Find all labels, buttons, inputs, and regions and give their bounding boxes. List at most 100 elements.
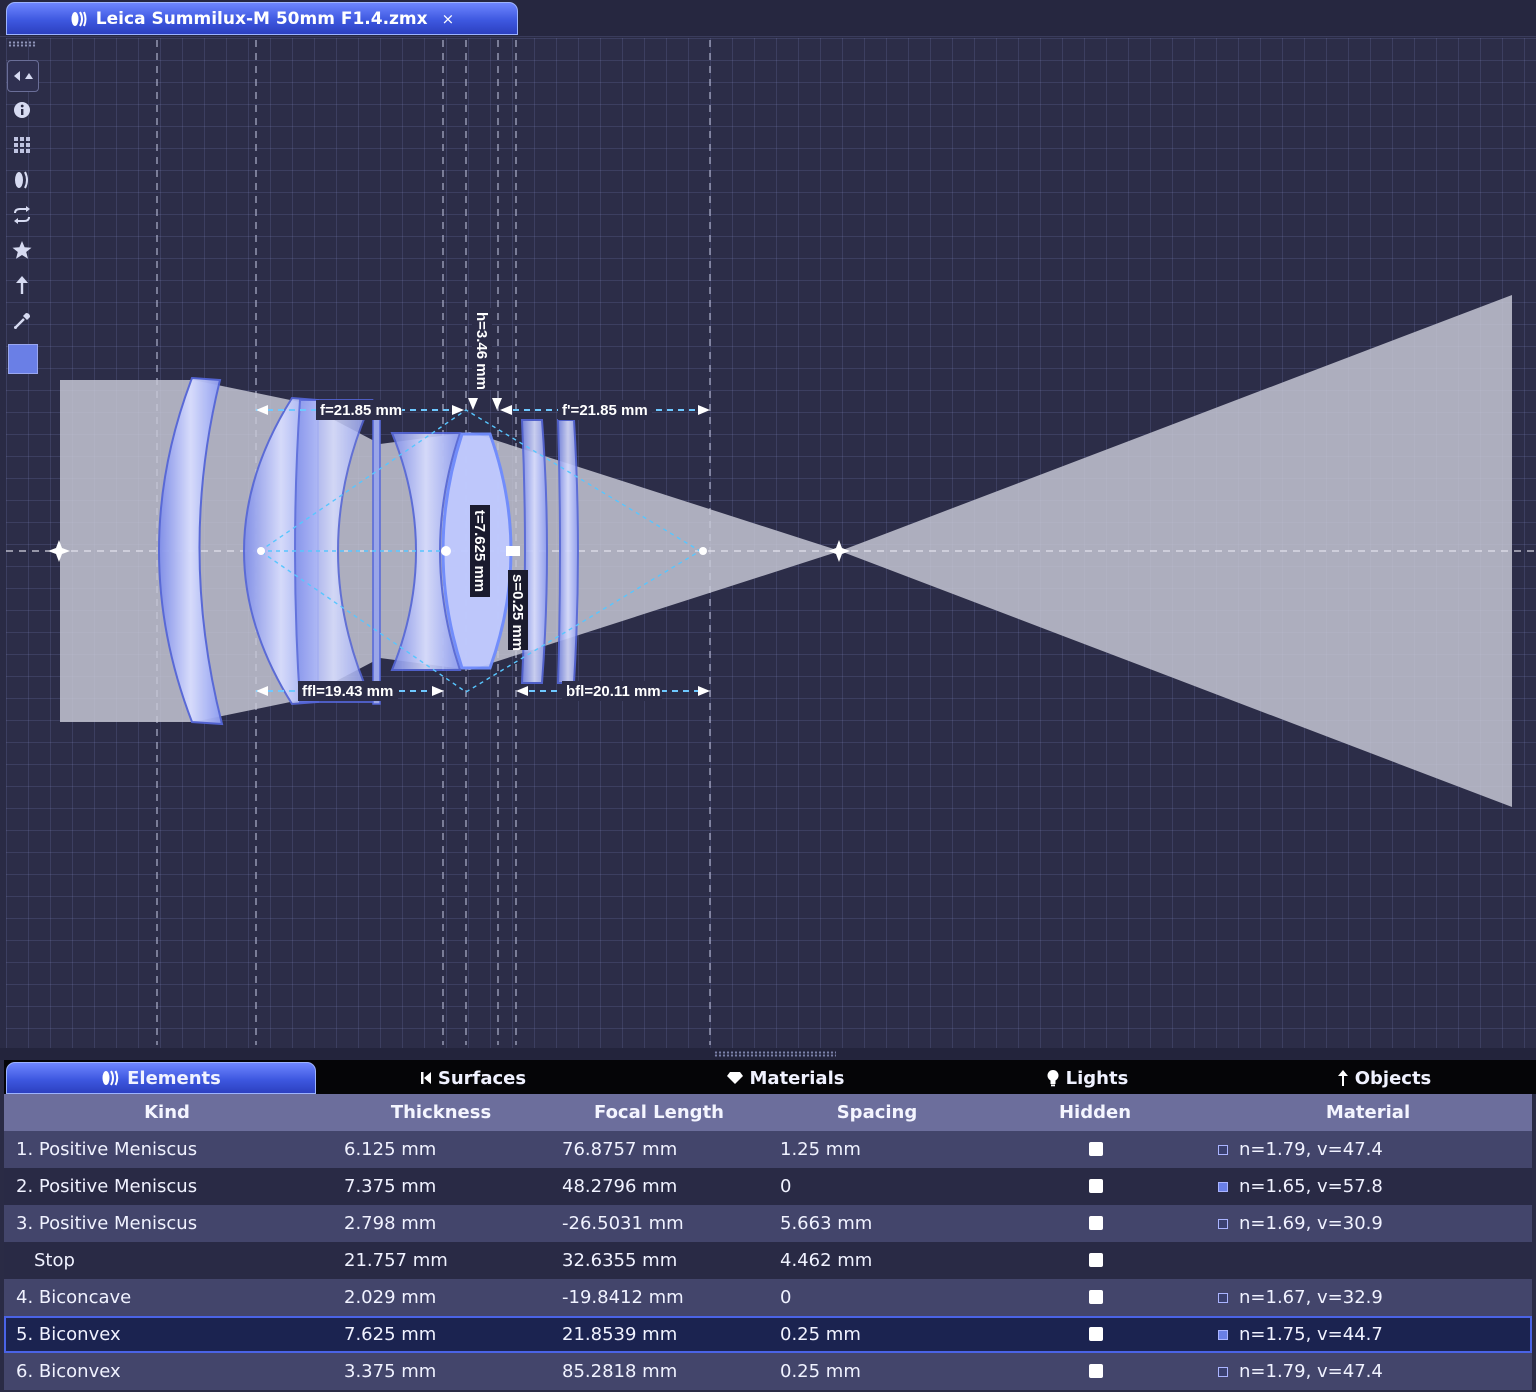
tab-elements[interactable]: Elements <box>6 1062 316 1094</box>
document-tab[interactable]: Leica Summilux-M 50mm F1.4.zmx × <box>6 2 518 35</box>
cell-material[interactable]: n=1.79, v=47.4 <box>1239 1353 1383 1390</box>
cell-material[interactable]: n=1.67, v=32.9 <box>1239 1279 1383 1316</box>
toolbar-grip[interactable] <box>8 41 36 47</box>
document-tab-title: Leica Summilux-M 50mm F1.4.zmx <box>95 8 428 29</box>
cell-kind: 6. Biconvex <box>16 1361 121 1382</box>
eyedropper-icon[interactable] <box>7 306 37 336</box>
cell-thickness[interactable]: 3.375 mm <box>344 1353 436 1390</box>
table-row[interactable]: 2. Positive Meniscus 7.375 mm 48.2796 mm… <box>4 1168 1532 1205</box>
tab-lights-label: Lights <box>1065 1067 1129 1089</box>
cell-focal-length: 76.8757 mm <box>562 1139 678 1160</box>
cell-thickness[interactable]: 2.029 mm <box>344 1279 436 1316</box>
material-swatch[interactable] <box>1218 1330 1228 1340</box>
material-swatch[interactable] <box>1218 1145 1228 1155</box>
optical-canvas[interactable]: f=21.85 mm f'=21.85 mm ffl=19.43 mm bfl=… <box>6 38 1536 1048</box>
cell-spacing[interactable]: 0 <box>780 1168 791 1205</box>
image-point-star-icon <box>828 540 850 562</box>
hidden-checkbox[interactable] <box>1089 1327 1103 1341</box>
rear-focal-length-label: f'=21.85 mm <box>562 402 648 419</box>
table-row[interactable]: 3. Positive Meniscus 2.798 mm -26.5031 m… <box>4 1205 1532 1242</box>
tab-objects-label: Objects <box>1354 1067 1432 1089</box>
surface-icon <box>420 1072 431 1084</box>
table-row[interactable]: Stop 21.757 mm 32.6355 mm 4.462 mm <box>4 1242 1532 1279</box>
close-icon[interactable]: × <box>442 10 455 28</box>
aperture-stop[interactable] <box>372 403 381 705</box>
lens-diagram: f=21.85 mm f'=21.85 mm ffl=19.43 mm bfl=… <box>6 40 1536 1045</box>
color-swatch[interactable] <box>8 344 38 374</box>
info-icon[interactable] <box>7 95 37 125</box>
cell-focal-length: 85.2818 mm <box>562 1361 678 1382</box>
material-swatch[interactable] <box>1218 1293 1228 1303</box>
column-header-thickness[interactable]: Thickness <box>332 1094 550 1131</box>
hidden-checkbox[interactable] <box>1089 1364 1103 1378</box>
lens-icon[interactable] <box>7 165 37 195</box>
column-header-material[interactable]: Material <box>1204 1094 1532 1131</box>
cell-material[interactable]: n=1.75, v=44.7 <box>1239 1316 1383 1353</box>
material-swatch[interactable] <box>1218 1219 1228 1229</box>
cell-focal-length: 48.2796 mm <box>562 1176 678 1197</box>
spacing-label: s=0.25 mm <box>509 574 526 651</box>
column-header-kind[interactable]: Kind <box>4 1094 330 1131</box>
hidden-checkbox[interactable] <box>1089 1253 1103 1267</box>
tab-lights[interactable]: Lights <box>942 1062 1232 1094</box>
cell-thickness[interactable]: 6.125 mm <box>344 1131 436 1168</box>
table-row[interactable]: 1. Positive Meniscus 6.125 mm 76.8757 mm… <box>4 1131 1532 1168</box>
cell-spacing[interactable]: 0.25 mm <box>780 1353 861 1390</box>
panel-tab-bar: Elements Surfaces Materials Lights Objec… <box>4 1060 1536 1094</box>
cell-material[interactable]: n=1.65, v=57.8 <box>1239 1168 1383 1205</box>
column-header-hidden[interactable]: Hidden <box>986 1094 1204 1131</box>
cell-thickness[interactable]: 7.625 mm <box>344 1316 436 1353</box>
tab-objects[interactable]: Objects <box>1234 1062 1534 1094</box>
arrow-up-icon <box>1337 1070 1348 1086</box>
front-focal-point-icon <box>257 547 265 555</box>
tab-elements-label: Elements <box>127 1067 221 1089</box>
material-swatch[interactable] <box>1218 1367 1228 1377</box>
bfl-label: bfl=20.11 mm <box>566 683 661 700</box>
grid-icon[interactable] <box>7 130 37 160</box>
bulb-icon <box>1047 1070 1059 1087</box>
swap-icon[interactable] <box>7 200 37 230</box>
cell-thickness[interactable]: 21.757 mm <box>344 1242 448 1279</box>
cell-focal-length: -19.8412 mm <box>562 1287 684 1308</box>
hidden-checkbox[interactable] <box>1089 1290 1103 1304</box>
tab-materials-label: Materials <box>749 1067 845 1089</box>
ffl-label: ffl=19.43 mm <box>302 683 393 700</box>
lens-icon <box>102 1070 119 1086</box>
cell-thickness[interactable]: 2.798 mm <box>344 1205 436 1242</box>
splitter-grip[interactable] <box>714 1051 836 1057</box>
cell-kind: 5. Biconvex <box>16 1324 121 1345</box>
lens-element-6b[interactable] <box>556 419 579 684</box>
arrow-up-icon[interactable] <box>7 270 37 300</box>
cell-focal-length: 21.8539 mm <box>562 1324 678 1345</box>
material-swatch[interactable] <box>1218 1182 1228 1192</box>
panel-splitter[interactable] <box>0 1048 1536 1060</box>
cell-kind: 3. Positive Meniscus <box>16 1213 198 1234</box>
table-row[interactable]: 6. Biconvex 3.375 mm 85.2818 mm 0.25 mm … <box>4 1353 1532 1390</box>
elements-table: Kind Thickness Focal Length Spacing Hidd… <box>4 1094 1532 1390</box>
table-row[interactable]: 4. Biconcave 2.029 mm -19.8412 mm 0 n=1.… <box>4 1279 1532 1316</box>
cell-spacing[interactable]: 5.663 mm <box>780 1205 872 1242</box>
document-tab-bar: Leica Summilux-M 50mm F1.4.zmx × <box>0 0 1536 37</box>
cell-focal-length: -26.5031 mm <box>562 1213 684 1234</box>
cell-spacing[interactable]: 4.462 mm <box>780 1242 872 1279</box>
thickness-label: t=7.625 mm <box>471 510 488 592</box>
cell-thickness[interactable]: 7.375 mm <box>344 1168 436 1205</box>
cell-spacing[interactable]: 1.25 mm <box>780 1131 861 1168</box>
tab-surfaces[interactable]: Surfaces <box>318 1062 628 1094</box>
hidden-checkbox[interactable] <box>1089 1216 1103 1230</box>
cell-spacing[interactable]: 0 <box>780 1279 791 1316</box>
hidden-checkbox[interactable] <box>1089 1142 1103 1156</box>
table-row-selected[interactable]: 5. Biconvex 7.625 mm 21.8539 mm 0.25 mm … <box>4 1316 1532 1353</box>
star-icon[interactable] <box>7 235 37 265</box>
tab-materials[interactable]: Materials <box>630 1062 940 1094</box>
hidden-checkbox[interactable] <box>1089 1179 1103 1193</box>
column-header-focal-length[interactable]: Focal Length <box>550 1094 768 1131</box>
lens-icon <box>71 11 87 26</box>
column-header-spacing[interactable]: Spacing <box>768 1094 986 1131</box>
cell-material[interactable]: n=1.69, v=30.9 <box>1239 1205 1383 1242</box>
cell-kind: Stop <box>34 1250 75 1271</box>
cell-focal-length: 32.6355 mm <box>562 1250 678 1271</box>
arrows-icon[interactable] <box>7 60 39 92</box>
cell-material[interactable]: n=1.79, v=47.4 <box>1239 1131 1383 1168</box>
cell-spacing[interactable]: 0.25 mm <box>780 1316 861 1353</box>
